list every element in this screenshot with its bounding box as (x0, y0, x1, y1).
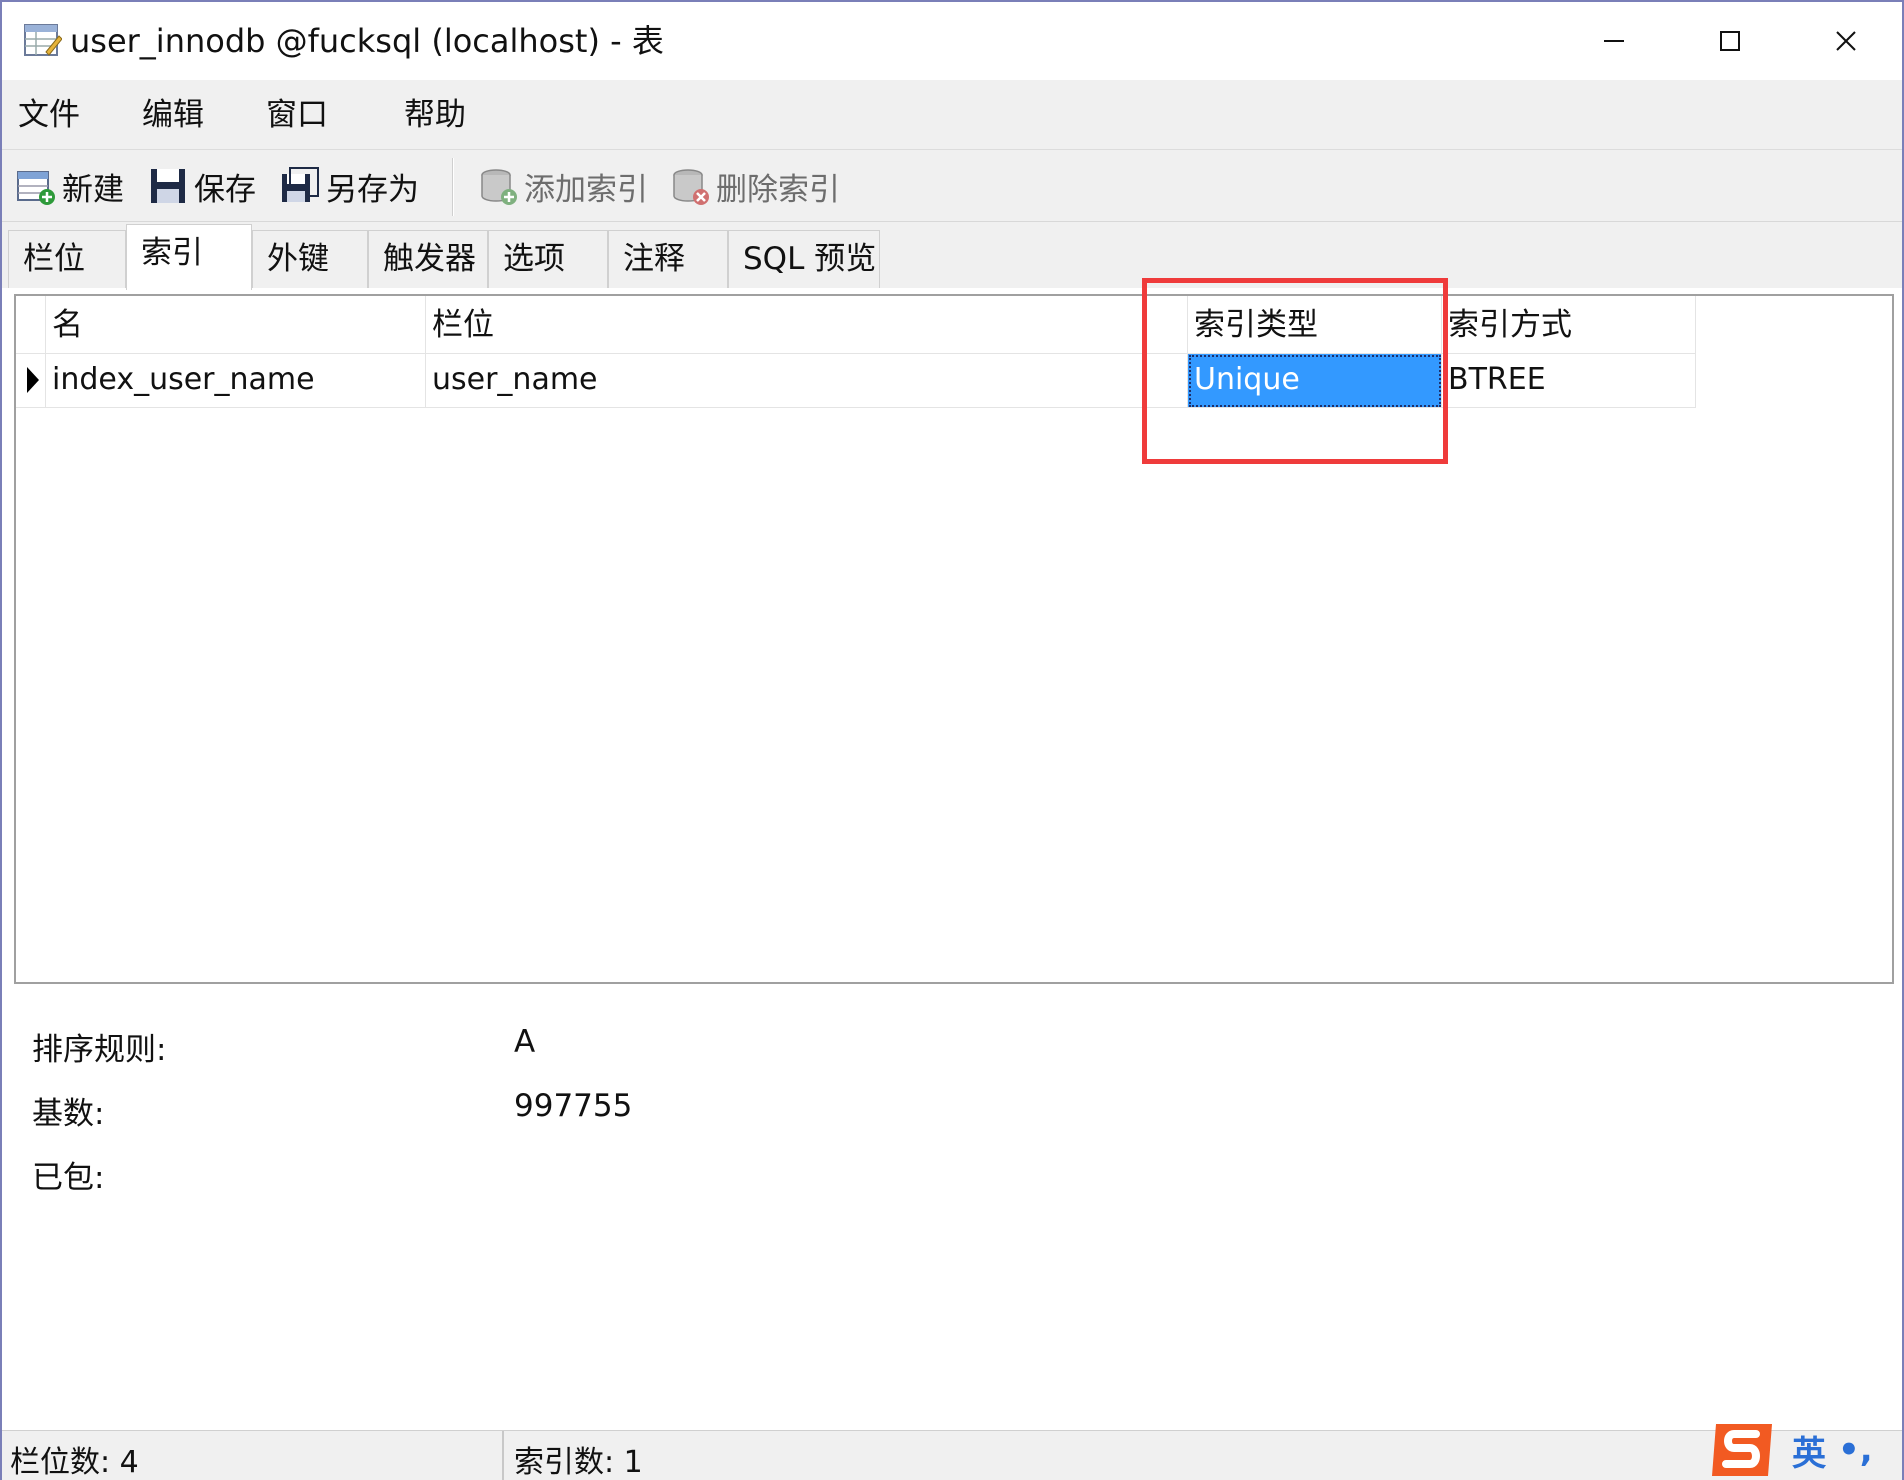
table-design-icon (24, 24, 62, 56)
tab-triggers[interactable]: 触发器 (368, 230, 488, 288)
packed-label: 已包: (32, 1160, 105, 1196)
delete-index-button[interactable]: 删除索引 (670, 162, 840, 210)
tab-strip: 栏位 索引 外键 触发器 选项 注释 SQL 预览 (2, 222, 1902, 290)
save-icon (151, 169, 185, 203)
tab-comments[interactable]: 注释 (608, 230, 728, 288)
toolbar-separator (452, 158, 454, 216)
save-as-label: 另存为 (326, 171, 419, 208)
add-index-icon (481, 169, 517, 205)
highlight-annotation (1142, 278, 1448, 464)
save-button[interactable]: 保存 (148, 162, 256, 210)
index-name-cell[interactable]: index_user_name (46, 354, 426, 408)
title-bar: user_innodb @fucksql (localhost) - 表 (2, 2, 1902, 80)
menu-edit[interactable]: 编辑 (142, 94, 204, 136)
collation-value: A (514, 1024, 536, 1060)
close-icon (1836, 31, 1856, 51)
menu-window[interactable]: 窗口 (266, 94, 328, 136)
tab-foreign-keys[interactable]: 外键 (252, 230, 368, 288)
sogou-ime-icon (1712, 1424, 1772, 1476)
column-count-status: 栏位数: 4 (10, 1445, 139, 1480)
minimize-icon (1604, 40, 1624, 42)
row-header-corner (16, 296, 46, 354)
collation-label: 排序规则: (32, 1032, 167, 1068)
app-window: user_innodb @fucksql (localhost) - 表 文件 … (0, 0, 1904, 1480)
add-index-label: 添加索引 (524, 171, 648, 208)
menu-bar: 文件 编辑 窗口 帮助 (2, 80, 1902, 150)
ime-mode-label: 英 (1792, 1433, 1826, 1474)
add-index-button[interactable]: 添加索引 (478, 162, 648, 210)
new-button[interactable]: 新建 (16, 162, 124, 210)
cardinality-label: 基数: (32, 1096, 105, 1132)
new-table-icon (17, 171, 55, 205)
ime-punctuation-label: •, (1838, 1430, 1873, 1470)
current-row-indicator (16, 354, 46, 408)
index-fields-cell[interactable]: user_name (426, 354, 1188, 408)
column-header-name[interactable]: 名 (46, 296, 426, 354)
tab-indexes[interactable]: 索引 (126, 224, 252, 290)
save-label: 保存 (194, 171, 256, 208)
cardinality-value: 997755 (514, 1088, 633, 1124)
delete-index-icon (673, 169, 709, 205)
maximize-button[interactable] (1680, 12, 1780, 70)
column-header-index-method[interactable]: 索引方式 (1442, 296, 1696, 354)
tab-options[interactable]: 选项 (488, 230, 608, 288)
index-grid[interactable]: 名 栏位 索引类型 索引方式 index_user_name user_name… (14, 294, 1894, 984)
index-method-cell[interactable]: BTREE (1442, 354, 1696, 408)
menu-file[interactable]: 文件 (18, 94, 80, 136)
save-as-icon (282, 167, 319, 202)
maximize-icon (1720, 31, 1740, 51)
ime-indicator[interactable]: 英 •, (1708, 1418, 1873, 1480)
status-bar: 栏位数: 4 索引数: 1 (2, 1430, 1902, 1480)
status-divider (502, 1431, 504, 1480)
window-title: user_innodb @fucksql (localhost) - 表 (70, 22, 664, 60)
new-label: 新建 (62, 171, 124, 208)
minimize-button[interactable] (1564, 12, 1664, 70)
tab-fields[interactable]: 栏位 (8, 230, 126, 288)
close-button[interactable] (1796, 12, 1896, 70)
toolbar: 新建 保存 另存为 添加索引 删除索引 (2, 150, 1902, 222)
save-as-button[interactable]: 另存为 (280, 162, 419, 210)
delete-index-label: 删除索引 (716, 171, 840, 208)
column-header-fields[interactable]: 栏位 (426, 296, 1188, 354)
menu-help[interactable]: 帮助 (404, 94, 466, 136)
tab-sql-preview[interactable]: SQL 预览 (728, 230, 880, 288)
index-count-status: 索引数: 1 (514, 1445, 643, 1480)
